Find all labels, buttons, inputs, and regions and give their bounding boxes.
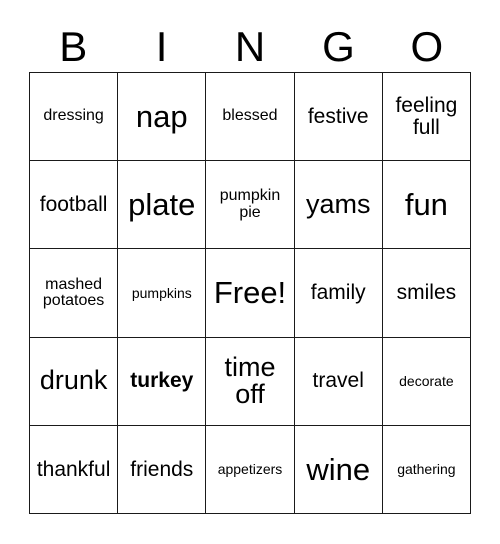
bingo-header-letter-i: I [155, 23, 168, 70]
bingo-header-row: BINGO [29, 14, 471, 70]
bingo-cell-label: travel [312, 369, 364, 393]
bingo-cell-label: thankful [36, 457, 111, 481]
bingo-cell[interactable]: friends [118, 425, 207, 514]
bingo-cell-label: smiles [396, 281, 457, 305]
bingo-cell-label: mashed potatoes [42, 275, 105, 309]
bingo-cell-label: appetizers [217, 461, 283, 478]
bingo-cell-label: friends [130, 457, 194, 481]
bingo-cell-label: family [310, 281, 366, 305]
bingo-cell-label: time off [224, 351, 276, 410]
bingo-cell-label: blessed [222, 107, 278, 125]
bingo-cell[interactable]: feeling full [382, 73, 471, 162]
bingo-cell[interactable]: travel [294, 337, 383, 426]
bingo-cell[interactable]: football [30, 161, 119, 250]
bingo-header-letter-g: G [322, 23, 355, 70]
bingo-cell-label: pumpkin pie [219, 187, 281, 221]
bingo-cell-label: football [39, 193, 108, 217]
bingo-cell[interactable]: wine [294, 425, 383, 514]
bingo-grid: dressing nap blessed festive feeling full foo… [29, 72, 471, 514]
bingo-cell-label: drunk [39, 365, 108, 396]
bingo-cell-label: gathering [397, 461, 456, 478]
bingo-cell[interactable]: thankful [30, 425, 119, 514]
bingo-header-letter-o: O [410, 23, 444, 70]
bingo-header-letter-n: N [234, 23, 266, 70]
bingo-cell[interactable]: pumpkins [118, 249, 207, 338]
bingo-cell[interactable]: blessed [206, 73, 295, 162]
bingo-cell[interactable]: mashed potatoes [30, 249, 119, 338]
bingo-cell[interactable]: turkey [118, 337, 207, 426]
bingo-cell-label: pumpkins [131, 284, 192, 301]
bingo-cell-label: festive [307, 104, 369, 128]
bingo-cell[interactable]: family [294, 249, 383, 338]
bingo-cell[interactable]: Free! [206, 249, 295, 338]
bingo-cell[interactable]: decorate [382, 337, 471, 426]
bingo-cell-label: plate [128, 186, 196, 222]
bingo-cell[interactable]: plate [118, 161, 207, 250]
bingo-cell-label: wine [306, 451, 371, 487]
bingo-cell-label: Free! [213, 275, 287, 311]
bingo-cell[interactable]: pumpkin pie [206, 161, 295, 250]
bingo-cell[interactable]: appetizers [206, 425, 295, 514]
bingo-cell[interactable]: dressing [30, 73, 119, 162]
bingo-cell[interactable]: drunk [30, 337, 119, 426]
bingo-cell[interactable]: time off [206, 337, 295, 426]
bingo-cell[interactable]: gathering [382, 425, 471, 514]
bingo-cell-label: turkey [130, 369, 194, 393]
bingo-cell-label: feeling full [395, 94, 458, 139]
bingo-cell[interactable]: nap [118, 73, 207, 162]
bingo-cell-label: yams [305, 189, 371, 220]
bingo-card: B I N G O dressing nap blessed festive feeling f… [0, 0, 500, 544]
bingo-cell[interactable]: festive [294, 73, 383, 162]
bingo-cell-label: dressing [43, 107, 104, 125]
bingo-cell-label: decorate [399, 373, 454, 390]
bingo-cell-label: nap [135, 98, 188, 134]
bingo-cell[interactable]: smiles [382, 249, 471, 338]
bingo-cell[interactable]: fun [382, 161, 471, 250]
bingo-cell[interactable]: yams [294, 161, 383, 250]
bingo-header-letter-b: B [59, 23, 88, 70]
bingo-cell-label: fun [404, 186, 448, 222]
